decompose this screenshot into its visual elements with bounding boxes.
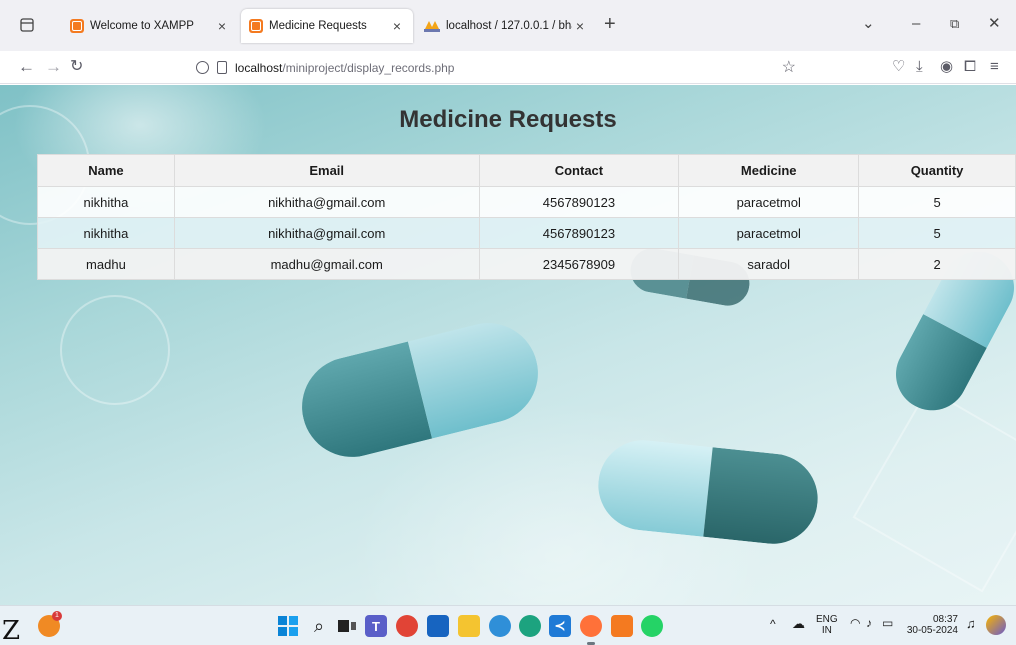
clock-date: 30-05-2024 bbox=[906, 625, 958, 636]
tracking-protection-icon[interactable] bbox=[196, 61, 209, 74]
notifications-bell-icon[interactable]: ♫ bbox=[966, 617, 976, 630]
minimize-button[interactable]: – bbox=[912, 14, 920, 34]
cell-medicine: paracetmol bbox=[678, 186, 860, 218]
language-label: ENG bbox=[816, 614, 838, 625]
notification-badge-icon: 1 bbox=[52, 611, 62, 621]
cell-medicine: paracetmol bbox=[678, 217, 860, 249]
region-label: IN bbox=[821, 625, 832, 636]
capsule-image bbox=[593, 435, 823, 549]
table-row: nikhitha nikhitha@gmail.com 4567890123 p… bbox=[37, 217, 1016, 249]
cell-contact: 4567890123 bbox=[478, 217, 680, 249]
url-path: /miniproject/display_records.php bbox=[282, 60, 455, 75]
restore-button[interactable]: ⧉ bbox=[950, 14, 959, 34]
tab-title: Medicine Requests bbox=[269, 20, 367, 32]
column-header-name: Name bbox=[37, 154, 175, 187]
tab-welcome-xampp[interactable]: Welcome to XAMPP × bbox=[62, 9, 238, 43]
task-view-icon[interactable] bbox=[336, 615, 358, 637]
cell-name: nikhitha bbox=[37, 217, 175, 249]
close-icon[interactable]: × bbox=[389, 18, 405, 34]
capsule-image bbox=[291, 312, 549, 468]
copilot-icon[interactable] bbox=[986, 615, 1006, 635]
wifi-icon[interactable]: ◠ bbox=[850, 617, 860, 629]
tab-medicine-requests[interactable]: Medicine Requests × bbox=[241, 9, 413, 43]
navigation-bar: ← → ↻ localhost /miniproject/display_rec… bbox=[0, 51, 1016, 84]
pocket-icon[interactable]: ♡ bbox=[892, 58, 905, 76]
page-title: Medicine Requests bbox=[399, 106, 617, 133]
whatsapp-icon[interactable] bbox=[641, 615, 663, 637]
table-row: madhu madhu@gmail.com 2345678909 saradol… bbox=[37, 248, 1016, 280]
forward-button[interactable]: → bbox=[45, 57, 62, 77]
close-icon[interactable]: × bbox=[214, 18, 230, 34]
xampp-icon bbox=[249, 19, 263, 33]
photos-icon[interactable] bbox=[489, 615, 511, 637]
extensions-icon[interactable]: ⧠ bbox=[964, 58, 976, 76]
cell-contact: 2345678909 bbox=[478, 248, 680, 280]
reload-button[interactable]: ↻ bbox=[70, 57, 83, 77]
table-header-row: Name Email Contact Medicine Quantity bbox=[37, 154, 1016, 187]
vscode-icon[interactable]: ≺ bbox=[549, 615, 571, 637]
menu-icon[interactable]: ≡ bbox=[990, 58, 999, 76]
edge-icon[interactable] bbox=[519, 615, 541, 637]
search-icon[interactable]: ⌕ bbox=[308, 615, 330, 637]
close-icon[interactable]: × bbox=[572, 18, 588, 34]
column-header-email: Email bbox=[173, 154, 480, 187]
volume-icon[interactable]: ♪ bbox=[866, 617, 872, 629]
battery-icon[interactable]: ▭ bbox=[882, 617, 893, 629]
xampp-icon bbox=[70, 19, 84, 33]
url-host: localhost bbox=[235, 60, 283, 75]
onedrive-icon[interactable]: ☁ bbox=[792, 617, 805, 630]
hexagon-decoration bbox=[852, 387, 1016, 593]
molecule-decoration bbox=[60, 295, 170, 405]
cell-medicine: saradol bbox=[678, 248, 860, 280]
tab-phpmyadmin[interactable]: localhost / 127.0.0.1 / bharath_r × bbox=[416, 9, 596, 43]
medicine-requests-table: Name Email Contact Medicine Quantity nik… bbox=[37, 154, 1016, 280]
browser-tab-strip: Welcome to XAMPP × Medicine Requests × l… bbox=[0, 0, 1016, 51]
language-indicator[interactable]: ENG IN bbox=[816, 614, 838, 636]
tab-overview-icon[interactable] bbox=[20, 18, 34, 32]
chrome-icon[interactable] bbox=[396, 615, 418, 637]
cell-quantity: 2 bbox=[858, 248, 1016, 280]
phpmyadmin-icon bbox=[424, 20, 440, 32]
firefox-icon[interactable] bbox=[580, 615, 602, 637]
account-icon[interactable]: ◉ bbox=[940, 58, 953, 76]
tab-title: localhost / 127.0.0.1 / bharath_r bbox=[446, 20, 572, 32]
column-header-medicine: Medicine bbox=[678, 154, 860, 187]
cell-contact: 4567890123 bbox=[478, 186, 680, 218]
column-header-contact: Contact bbox=[478, 154, 680, 187]
column-header-quantity: Quantity bbox=[858, 154, 1016, 187]
bookmark-star-icon[interactable]: ☆ bbox=[782, 57, 796, 77]
file-explorer-icon[interactable] bbox=[458, 615, 480, 637]
clock[interactable]: 08:37 30-05-2024 bbox=[906, 614, 958, 636]
tab-title: Welcome to XAMPP bbox=[90, 20, 194, 32]
close-window-button[interactable]: ✕ bbox=[988, 14, 1001, 34]
start-icon[interactable] bbox=[277, 615, 299, 637]
list-all-tabs-icon[interactable]: ⌄ bbox=[862, 14, 875, 34]
address-bar[interactable]: localhost /miniproject/display_records.p… bbox=[188, 54, 808, 81]
clock-time: 08:37 bbox=[932, 614, 958, 625]
cell-name: madhu bbox=[37, 248, 175, 280]
new-tab-button[interactable]: + bbox=[604, 14, 616, 34]
page-viewport: Medicine Requests Name Email Contact Med… bbox=[0, 85, 1016, 605]
show-hidden-icons-icon[interactable]: ^ bbox=[770, 618, 776, 630]
xampp-icon[interactable] bbox=[611, 615, 633, 637]
downloads-icon[interactable]: ⤓ bbox=[916, 58, 923, 76]
cell-quantity: 5 bbox=[858, 217, 1016, 249]
windows-taskbar: 1 ⌕ T ≺ ^ ☁ ENG IN ◠ ♪ ▭ 08:37 30-05-202… bbox=[0, 605, 1016, 645]
teams-icon[interactable]: T bbox=[365, 615, 387, 637]
cell-email: nikhitha@gmail.com bbox=[173, 217, 480, 249]
back-button[interactable]: ← bbox=[18, 57, 35, 77]
cell-quantity: 5 bbox=[858, 186, 1016, 218]
corner-letter: Z bbox=[2, 616, 21, 645]
cell-name: nikhitha bbox=[37, 186, 175, 218]
cell-email: madhu@gmail.com bbox=[173, 248, 480, 280]
table-row: nikhitha nikhitha@gmail.com 4567890123 p… bbox=[37, 186, 1016, 218]
microsoft-store-icon[interactable] bbox=[427, 615, 449, 637]
cell-email: nikhitha@gmail.com bbox=[173, 186, 480, 218]
page-info-icon[interactable] bbox=[217, 61, 227, 74]
